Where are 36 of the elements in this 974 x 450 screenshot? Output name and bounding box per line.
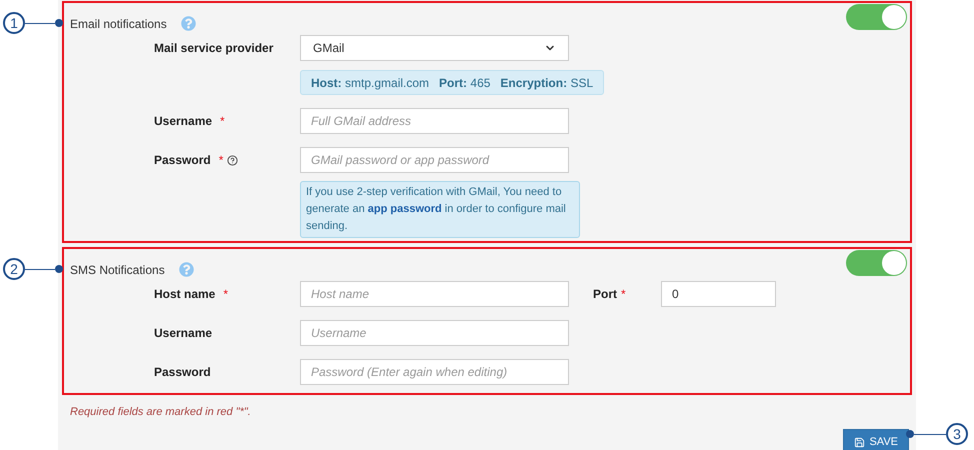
text-field[interactable]: Full GMail address <box>300 108 569 134</box>
text-field[interactable]: Username <box>300 320 569 346</box>
field-label: Username <box>154 325 212 342</box>
server-info-item: Encryption: SSL <box>500 74 594 92</box>
info-note: If you use 2-step verification with GMail, You need to generate an app password in order to configure mail sending. <box>300 181 580 238</box>
field-label: Password <box>154 364 211 381</box>
field-label: Mail service provider <box>154 40 274 57</box>
section-title: Email notifications <box>70 16 167 32</box>
provider-select[interactable]: GMail <box>300 35 569 61</box>
field-label: Port <box>593 286 617 303</box>
callout-number: 1 <box>3 12 25 34</box>
field-label: Password <box>154 152 211 169</box>
toggle-switch[interactable] <box>846 4 907 30</box>
required-fields-note: Required fields are marked in red "*". <box>70 406 251 418</box>
leader-line <box>25 19 63 27</box>
help-icon[interactable] <box>227 154 238 166</box>
save-icon <box>854 436 866 448</box>
required-marker: * <box>220 113 225 130</box>
callout-number: 3 <box>946 423 968 445</box>
section-title: SMS Notifications <box>70 262 165 278</box>
toggle-switch[interactable] <box>846 250 907 276</box>
leader-line <box>25 265 63 273</box>
leader-line <box>906 430 946 438</box>
port-field[interactable]: 0 <box>661 281 776 307</box>
required-marker: * <box>621 286 626 303</box>
field-label: Host name <box>154 286 216 303</box>
required-marker: * <box>223 286 228 303</box>
save-button[interactable]: SAVE <box>843 429 909 450</box>
field-label: Username <box>154 113 212 130</box>
text-field[interactable]: GMail password or app password <box>300 147 569 173</box>
text-field[interactable]: Host name <box>300 281 569 307</box>
required-marker: * <box>218 152 224 169</box>
server-info-item: Port: 465 <box>439 74 490 92</box>
server-info-item: Host: smtp.gmail.com <box>311 74 430 92</box>
text-field[interactable]: Password (Enter again when editing) <box>300 359 569 385</box>
callout-number: 2 <box>3 258 25 280</box>
